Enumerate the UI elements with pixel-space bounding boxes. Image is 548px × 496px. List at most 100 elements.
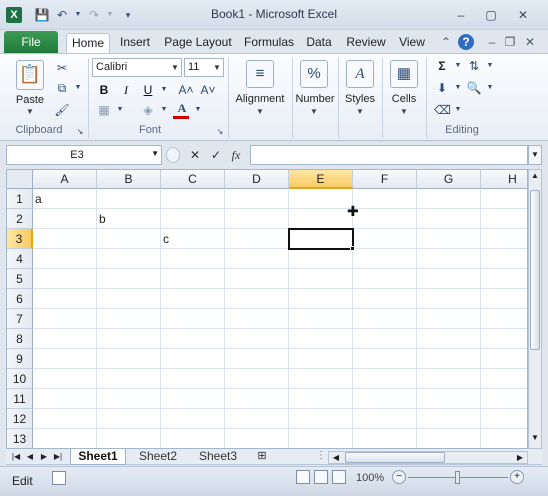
- fill-icon[interactable]: ⬇: [434, 80, 450, 96]
- column-header-f[interactable]: F: [353, 170, 417, 189]
- active-cell-outline[interactable]: [288, 228, 354, 250]
- cell-g10[interactable]: [417, 369, 481, 389]
- row-header-2[interactable]: 2: [7, 209, 33, 229]
- row-header-3[interactable]: 3: [7, 229, 33, 249]
- paste-dropdown-icon[interactable]: ▼: [22, 107, 38, 116]
- page-layout-view-icon[interactable]: [314, 470, 328, 484]
- cell-e5[interactable]: [289, 269, 353, 289]
- cell-h5[interactable]: [481, 269, 527, 289]
- workbook-restore-icon[interactable]: ❐: [502, 34, 518, 50]
- cell-b3[interactable]: [97, 229, 161, 249]
- paste-icon[interactable]: 📋: [16, 60, 44, 90]
- cell-b9[interactable]: [97, 349, 161, 369]
- cell-g13[interactable]: [417, 429, 481, 448]
- styles-dropdown-icon[interactable]: ▼: [352, 107, 368, 116]
- tab-formulas[interactable]: Formulas: [242, 33, 296, 54]
- paste-button-label[interactable]: Paste: [10, 94, 50, 106]
- cell-a10[interactable]: [33, 369, 97, 389]
- cell-d8[interactable]: [225, 329, 289, 349]
- select-all-corner[interactable]: [7, 170, 33, 189]
- row-header-9[interactable]: 9: [7, 349, 33, 369]
- cell-g11[interactable]: [417, 389, 481, 409]
- cell-f12[interactable]: [353, 409, 417, 429]
- row-header-4[interactable]: 4: [7, 249, 33, 269]
- cell-d13[interactable]: [225, 429, 289, 448]
- cell-a13[interactable]: [33, 429, 97, 448]
- next-sheet-icon[interactable]: ▶: [38, 450, 50, 464]
- font-name-combo[interactable]: Calibri ▼: [92, 58, 182, 77]
- cell-c7[interactable]: [161, 309, 225, 329]
- cell-g5[interactable]: [417, 269, 481, 289]
- cell-h9[interactable]: [481, 349, 527, 369]
- column-header-d[interactable]: D: [225, 170, 289, 189]
- cell-c11[interactable]: [161, 389, 225, 409]
- borders-icon[interactable]: ▦: [96, 102, 112, 118]
- bold-button[interactable]: B: [96, 82, 112, 98]
- cell-c9[interactable]: [161, 349, 225, 369]
- workbook-close-icon[interactable]: ✕: [522, 34, 538, 50]
- column-header-b[interactable]: B: [97, 170, 161, 189]
- cell-h11[interactable]: [481, 389, 527, 409]
- cell-a8[interactable]: [33, 329, 97, 349]
- underline-button[interactable]: U: [140, 82, 156, 98]
- row-header-11[interactable]: 11: [7, 389, 33, 409]
- clipboard-launcher-icon[interactable]: ↘: [72, 124, 88, 140]
- number-format-icon[interactable]: %: [300, 60, 328, 88]
- normal-view-icon[interactable]: [296, 470, 310, 484]
- fill-handle[interactable]: [350, 246, 355, 251]
- cell-e9[interactable]: [289, 349, 353, 369]
- maximize-button[interactable]: ▢: [478, 6, 504, 24]
- font-color-icon[interactable]: A: [174, 100, 190, 116]
- cell-c8[interactable]: [161, 329, 225, 349]
- page-break-view-icon[interactable]: [332, 470, 346, 484]
- cell-d5[interactable]: [225, 269, 289, 289]
- cell-a6[interactable]: [33, 289, 97, 309]
- cell-f1[interactable]: [353, 189, 417, 209]
- worksheet-grid[interactable]: A B C D E F G H 1 a 2 b 3 c 4 5 6 7 8 9 10 11 12 13 ✚: [6, 169, 528, 449]
- font-color-dropdown-icon[interactable]: ▼: [190, 102, 206, 118]
- chevron-down-icon[interactable]: ▼: [151, 149, 159, 158]
- cell-c13[interactable]: [161, 429, 225, 448]
- cell-e6[interactable]: [289, 289, 353, 309]
- scroll-up-icon[interactable]: ▲: [530, 171, 540, 185]
- cell-f9[interactable]: [353, 349, 417, 369]
- cell-f6[interactable]: [353, 289, 417, 309]
- first-sheet-icon[interactable]: |◀: [10, 450, 22, 464]
- cell-e4[interactable]: [289, 249, 353, 269]
- cell-h6[interactable]: [481, 289, 527, 309]
- number-dropdown-icon[interactable]: ▼: [306, 107, 322, 116]
- row-header-10[interactable]: 10: [7, 369, 33, 389]
- cell-d11[interactable]: [225, 389, 289, 409]
- cell-d9[interactable]: [225, 349, 289, 369]
- cell-d6[interactable]: [225, 289, 289, 309]
- chevron-down-icon[interactable]: ▼: [169, 59, 181, 76]
- cell-b5[interactable]: [97, 269, 161, 289]
- tab-home[interactable]: Home: [66, 33, 110, 54]
- sheet-tab-3[interactable]: Sheet3: [190, 449, 246, 465]
- underline-dropdown-icon[interactable]: ▼: [156, 82, 172, 98]
- borders-dropdown-icon[interactable]: ▼: [112, 102, 128, 118]
- cell-f8[interactable]: [353, 329, 417, 349]
- cell-e11[interactable]: [289, 389, 353, 409]
- cell-c5[interactable]: [161, 269, 225, 289]
- vertical-scroll-thumb[interactable]: [530, 190, 540, 350]
- clear-dropdown-icon[interactable]: ▼: [450, 102, 466, 118]
- tab-file[interactable]: File: [4, 31, 58, 53]
- cell-d12[interactable]: [225, 409, 289, 429]
- name-box[interactable]: E3 ▼: [6, 145, 162, 165]
- workbook-minimize-icon[interactable]: –: [484, 34, 500, 50]
- fill-dropdown-icon[interactable]: ▼: [450, 80, 466, 96]
- cell-a12[interactable]: [33, 409, 97, 429]
- cell-c1[interactable]: [161, 189, 225, 209]
- tab-view[interactable]: View: [396, 33, 428, 54]
- chevron-down-icon[interactable]: ▼: [211, 59, 223, 76]
- cell-d10[interactable]: [225, 369, 289, 389]
- column-header-e[interactable]: E: [289, 170, 353, 189]
- number-button[interactable]: Number: [292, 93, 338, 105]
- cell-f4[interactable]: [353, 249, 417, 269]
- find-select-dropdown-icon[interactable]: ▼: [482, 80, 498, 96]
- cell-b8[interactable]: [97, 329, 161, 349]
- cell-e2[interactable]: [289, 209, 353, 229]
- cell-b12[interactable]: [97, 409, 161, 429]
- cell-f10[interactable]: [353, 369, 417, 389]
